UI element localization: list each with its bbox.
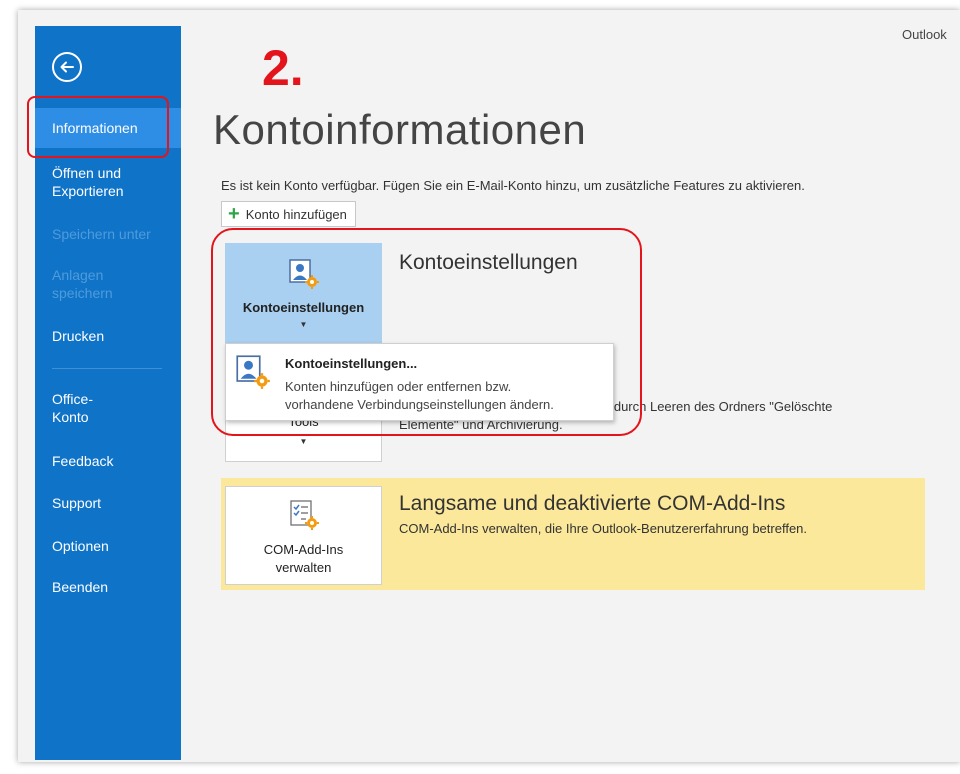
account-settings-tile[interactable]: Kontoeinstellungen ▼ (225, 243, 382, 346)
step-number-label: 2. (262, 40, 304, 96)
nav-item-label: Optionen (52, 538, 109, 554)
com-addins-icon (288, 499, 320, 536)
com-addins-tile-label-line2: verwalten (275, 560, 332, 575)
nav-item-label-line2: speichern (52, 285, 113, 301)
nav-item-label: Drucken (52, 328, 105, 344)
nav-item-label: Beenden (52, 579, 109, 595)
nav-item-beenden[interactable]: Beenden (35, 578, 181, 596)
no-account-message: Es ist kein Konto verfügbar. Fügen Sie e… (221, 178, 805, 193)
account-settings-icon (235, 354, 271, 395)
nav-divider (52, 368, 162, 369)
nav-item-label-line1: Öffnen und (52, 165, 122, 181)
nav-item-label: Informationen (52, 120, 138, 136)
nav-item-label-line1: Anlagen (52, 267, 104, 283)
com-addins-tile-label-line1: COM-Add-Ins (263, 542, 344, 557)
nav-item-office-konto[interactable]: Office- Konto (35, 390, 181, 426)
nav-item-label: Speichern unter (52, 226, 151, 242)
chevron-down-icon: ▼ (299, 437, 308, 446)
arrow-left-circle-icon (60, 61, 74, 73)
tools-description-line1: chs durch Leeren des Ordners "Gelöschte (590, 399, 833, 414)
com-addins-heading: Langsame und deaktivierte COM-Add-Ins (399, 492, 786, 515)
nav-item-label: Feedback (52, 453, 114, 469)
menu-item-description-line1: Konten hinzufügen oder entfernen bzw. (285, 379, 512, 394)
nav-item-label: Support (52, 495, 102, 511)
back-button[interactable] (52, 52, 82, 82)
nav-item-informationen[interactable]: Informationen (35, 108, 181, 148)
nav-item-feedback[interactable]: Feedback (35, 452, 181, 470)
page-title: Kontoinformationen (213, 106, 587, 153)
nav-item-label-line2: Exportieren (52, 183, 124, 199)
com-addins-description: COM-Add-Ins verwalten, die Ihre Outlook-… (399, 521, 808, 536)
account-settings-heading: Kontoeinstellungen (399, 251, 578, 274)
nav-item-oeffnen-exportieren[interactable]: Öffnen und Exportieren (35, 164, 181, 200)
nav-item-speichern-unter: Speichern unter (35, 225, 181, 243)
nav-item-optionen[interactable]: Optionen (35, 537, 181, 555)
nav-item-drucken[interactable]: Drucken (35, 327, 181, 345)
account-settings-icon (288, 258, 320, 295)
add-account-button[interactable]: + Konto hinzufügen (221, 201, 356, 227)
account-settings-tile-label: Kontoeinstellungen (242, 300, 365, 315)
add-account-label: Konto hinzufügen (245, 206, 347, 222)
nav-item-label-line2: Konto (52, 409, 89, 425)
chevron-down-icon: ▼ (299, 320, 308, 329)
com-addins-tile[interactable]: COM-Add-Ins verwalten (225, 486, 382, 585)
menu-item-title: Kontoeinstellungen... (285, 356, 418, 371)
backstage-sidebar: Informationen Öffnen und Exportieren Spe… (35, 26, 181, 760)
nav-item-label-line1: Office- (52, 391, 93, 407)
plus-icon: + (228, 203, 240, 225)
nav-item-support[interactable]: Support (35, 494, 181, 512)
account-settings-menu-item[interactable]: Kontoeinstellungen... Konten hinzufügen … (225, 343, 614, 421)
menu-item-description-line2: vorhandene Verbindungseinstellungen ände… (285, 397, 554, 412)
menu-item-description: Konten hinzufügen oder entfernen bzw. vo… (285, 378, 554, 414)
nav-item-anlagen-speichern: Anlagen speichern (35, 266, 181, 302)
app-name-label: Outlook (902, 27, 947, 42)
